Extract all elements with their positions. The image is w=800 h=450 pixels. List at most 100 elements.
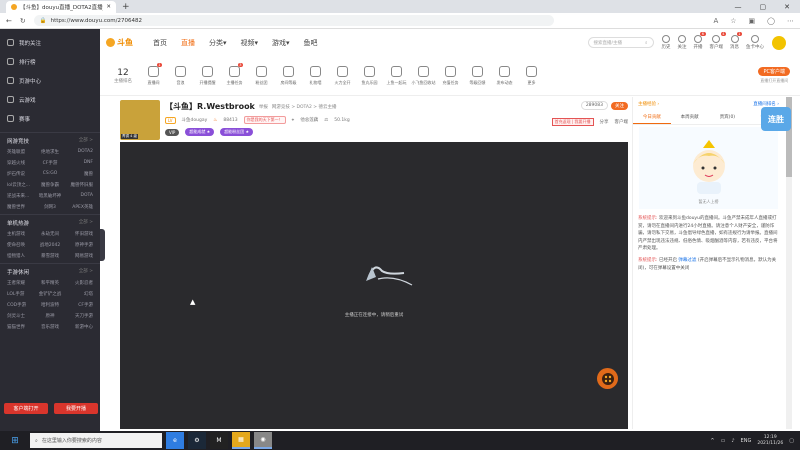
clock[interactable]: 12:19 2021/11/26: [757, 435, 783, 447]
sidebar-category-link[interactable]: lol云顶之...: [7, 182, 36, 188]
anchor-rank[interactable]: 12 主播排名: [106, 68, 140, 84]
volume-icon[interactable]: ♪: [731, 438, 734, 444]
windows-start-icon[interactable]: ⊞: [0, 436, 30, 446]
sidebar-category-link[interactable]: 天刀手游: [64, 313, 93, 319]
toolbar-item[interactable]: 鱼丸乐园: [356, 65, 383, 86]
toolbar-item[interactable]: 等级回馈: [464, 65, 491, 86]
sidebar-category-link[interactable]: CS:GO: [36, 171, 65, 177]
tray-up-icon[interactable]: ^: [710, 438, 714, 444]
sidebar-category-link[interactable]: 魔兽怀旧服: [64, 182, 93, 188]
sidebar-category-link[interactable]: 网易游戏: [64, 253, 93, 259]
close-window-button[interactable]: ✕: [784, 3, 790, 11]
sidebar-category-link[interactable]: CF手游: [64, 302, 93, 308]
header-icon-item[interactable]: 1 消息: [730, 32, 742, 50]
toolbar-item[interactable]: 房间等级: [275, 65, 302, 86]
follow-button[interactable]: 关注: [611, 101, 628, 110]
sidebar-category-link[interactable]: DNF: [64, 160, 93, 166]
sidebar-category-link[interactable]: 怀旧游戏: [64, 231, 93, 237]
chat-scrollbar[interactable]: [786, 97, 792, 429]
taskbar-app-icon[interactable]: ▦: [232, 432, 250, 449]
toolbar-item[interactable]: 充值任务: [437, 65, 464, 86]
new-tab-button[interactable]: +: [122, 2, 130, 12]
share-button[interactable]: 分享: [600, 119, 609, 125]
taskbar-app-icon[interactable]: M: [210, 432, 228, 449]
sidebar-category-link[interactable]: 暴雪游戏: [36, 253, 65, 259]
sidebar-category-link[interactable]: 战地2042: [36, 242, 65, 248]
sidebar-category-link[interactable]: 火影忍者: [64, 280, 93, 286]
sidebar-category-link[interactable]: 使命召唤: [7, 242, 36, 248]
client-button[interactable]: 客户端: [615, 119, 629, 125]
search-input[interactable]: 搜索直播/主播 ⌕: [587, 37, 654, 48]
favorites-icon[interactable]: ☆: [730, 17, 736, 25]
sidebar-category-link[interactable]: 和平精英: [36, 280, 65, 286]
sidebar-category-link[interactable]: 逆战未来...: [7, 193, 36, 199]
collections-icon[interactable]: ▣: [749, 17, 756, 25]
toolbar-item[interactable]: 粉丝团: [248, 65, 275, 86]
room-pill[interactable]: 超能成就 ★: [185, 128, 215, 136]
sidebar-category-link[interactable]: 魔兽争霸: [36, 182, 65, 188]
language-indicator[interactable]: ENG: [741, 438, 752, 444]
taskbar-search[interactable]: ⌕ 在这里输入你要搜索的内容: [30, 433, 162, 448]
sidebar-section-more[interactable]: 全部 >: [79, 137, 93, 145]
sidebar-category-link[interactable]: 魔兽: [64, 171, 93, 177]
room-pill[interactable]: 超能粉丝团 ★: [220, 128, 254, 136]
recharge-cashback-button[interactable]: 首充返现 | 我要开播: [551, 118, 594, 126]
back-icon[interactable]: ←: [6, 17, 12, 25]
network-icon[interactable]: ▭: [721, 438, 726, 444]
room-avatar[interactable]: 青铜 4 级: [120, 100, 160, 140]
header-icon-item[interactable]: 关注: [678, 35, 687, 50]
room-pill[interactable]: VIP: [165, 128, 180, 136]
sidebar-category-link[interactable]: DOTA2: [64, 149, 93, 155]
barrage-filter-link[interactable]: 弹幕过滤: [678, 258, 696, 263]
user-avatar[interactable]: [772, 35, 786, 50]
read-aloud-icon[interactable]: A: [713, 17, 718, 25]
nav-item[interactable]: 分类▾: [209, 38, 227, 48]
header-icon-item[interactable]: 4 客户端: [710, 32, 726, 50]
taskbar-app-icon[interactable]: ⚙: [188, 432, 206, 449]
anchor-name[interactable]: 斗鱼dougay: [182, 117, 208, 123]
toolbar-item[interactable]: 小飞鱼回收站: [410, 65, 437, 86]
sidebar-collapse-handle[interactable]: [100, 229, 105, 261]
sidebar-category-link[interactable]: 魔兽世界: [7, 204, 36, 210]
nav-item[interactable]: 首页: [153, 38, 167, 48]
sidebar-category-link[interactable]: 穿越火线: [7, 160, 36, 166]
sidebar-category-link[interactable]: 王者荣耀: [7, 280, 36, 286]
start-stream-button[interactable]: 我要开播: [54, 403, 98, 414]
toolbar-item[interactable]: 更多: [518, 65, 545, 86]
profile-icon[interactable]: ◯: [767, 17, 775, 25]
sidebar-category-link[interactable]: 剑灵斗士: [7, 313, 36, 319]
nav-item[interactable]: 直播: [181, 38, 195, 48]
mascot-badge[interactable]: 连胜: [761, 107, 791, 131]
video-player[interactable]: 主播正在连接中，请稍后重试: [120, 142, 628, 429]
sidebar-category-link[interactable]: 剑网3: [36, 204, 65, 210]
header-icon-item[interactable]: 6 开播: [694, 32, 706, 50]
toolbar-item[interactable]: 3 主播任务: [221, 62, 248, 86]
sidebar-category-link[interactable]: 幻塔: [64, 291, 93, 297]
sidebar-category-link[interactable]: DOTA: [64, 193, 93, 199]
sidebar-category-link[interactable]: 怪物猎人: [7, 253, 36, 259]
sidebar-category-link[interactable]: 音乐游戏: [36, 324, 65, 330]
sidebar-category-link[interactable]: 原神: [36, 313, 65, 319]
sidebar-category-link[interactable]: 原神手游: [64, 242, 93, 248]
sidebar-category-link[interactable]: 猫猫世界: [7, 324, 36, 330]
sidebar-item-cloudgame[interactable]: 云游戏: [0, 90, 100, 109]
sidebar-category-link[interactable]: 主机游戏: [7, 231, 36, 237]
sidebar-category-link[interactable]: 绝地求生: [36, 149, 65, 155]
toolbar-item[interactable]: 上鱼一起玩: [383, 65, 410, 86]
sidebar-item-webgame[interactable]: 页游中心: [0, 71, 100, 90]
header-icon-item[interactable]: 历史: [662, 35, 671, 50]
sidebar-item-esports[interactable]: 赛事: [0, 109, 100, 128]
pc-client-button[interactable]: PC客户端: [758, 67, 790, 76]
toolbar-item[interactable]: 火力全开: [329, 65, 356, 86]
contribution-tab[interactable]: 本周贡献: [671, 111, 709, 124]
browser-tab[interactable]: 【斗鱼】douyu直播_DOTA2直播_斗鱼直播 ✕: [6, 1, 116, 13]
contribution-tab[interactable]: 贵宾(0): [709, 111, 747, 124]
sidebar-section-more[interactable]: 全部 >: [79, 219, 93, 227]
report-link[interactable]: 举报: [259, 104, 268, 110]
notification-icon[interactable]: ▢: [789, 438, 794, 444]
contribution-tab[interactable]: 今日贡献: [633, 111, 671, 124]
sidebar-section-more[interactable]: 全部 >: [79, 268, 93, 276]
header-icon-item[interactable]: 鱼卡中心: [746, 35, 764, 50]
nav-item[interactable]: 游戏▾: [272, 38, 290, 48]
refresh-icon[interactable]: ↻: [20, 17, 26, 25]
